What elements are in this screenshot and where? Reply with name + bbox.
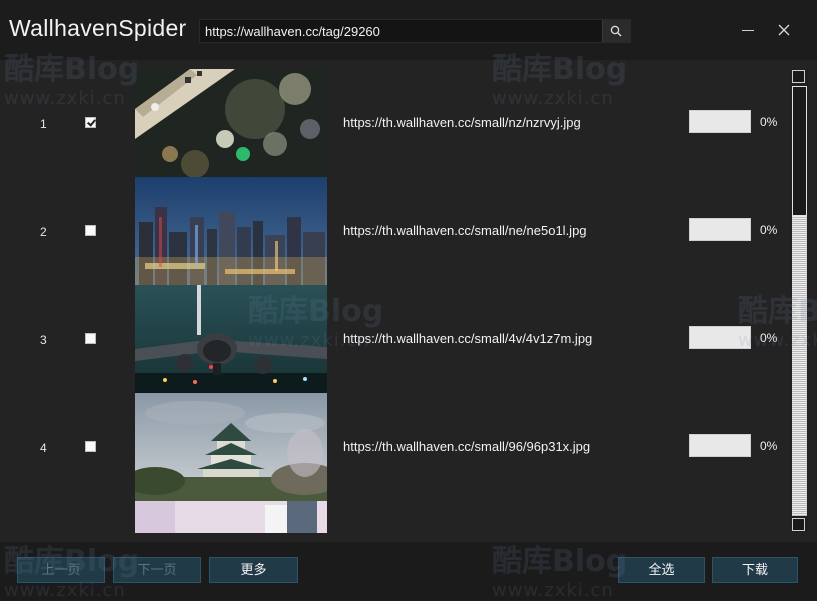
row-url: https://th.wallhaven.cc/small/ne/ne5o1l.… xyxy=(343,223,587,238)
row-index: 2 xyxy=(40,225,47,239)
scroll-thumb[interactable] xyxy=(792,86,807,216)
list-scrollbar[interactable] xyxy=(791,69,808,532)
download-progress-bar xyxy=(689,110,751,133)
row-checkbox[interactable] xyxy=(85,333,96,344)
title-bar: WallhavenSpider xyxy=(0,0,817,60)
progress-percent: 0% xyxy=(760,331,778,345)
close-icon xyxy=(778,24,790,36)
row-checkbox[interactable] xyxy=(85,117,96,128)
app-title: WallhavenSpider xyxy=(9,15,187,41)
wallpaper-thumbnail-partial xyxy=(135,501,327,533)
row-index: 4 xyxy=(40,441,47,455)
list-item: 2 https://th.wallhaven.cc/small/ne/ne5o1… xyxy=(0,177,790,285)
url-input[interactable] xyxy=(200,20,600,42)
download-progress-bar xyxy=(689,434,751,457)
scroll-up-button[interactable] xyxy=(792,70,805,83)
list-item: 3 https://th.wallhaven.cc/small/4v/4v1z7… xyxy=(0,285,790,393)
more-button[interactable]: 更多 xyxy=(209,557,298,583)
close-button[interactable] xyxy=(774,20,794,40)
prev-page-button[interactable]: 上一页 xyxy=(17,557,105,583)
search-icon xyxy=(610,25,622,37)
wallpaper-thumbnail xyxy=(135,69,327,177)
row-url: https://th.wallhaven.cc/small/nz/nzrvyj.… xyxy=(343,115,581,130)
wallpaper-list: 1 https://th.wallhaven.cc/small/nz/nzrvy… xyxy=(0,60,817,542)
progress-percent: 0% xyxy=(760,115,778,129)
download-button[interactable]: 下载 xyxy=(712,557,798,583)
list-item: 1 https://th.wallhaven.cc/small/nz/nzrvy… xyxy=(0,69,790,177)
progress-percent: 0% xyxy=(760,439,778,453)
minimize-button[interactable] xyxy=(738,20,758,40)
progress-percent: 0% xyxy=(760,223,778,237)
download-progress-bar xyxy=(689,326,751,349)
row-url: https://th.wallhaven.cc/small/96/96p31x.… xyxy=(343,439,591,454)
wallpaper-thumbnail xyxy=(135,393,327,501)
row-checkbox[interactable] xyxy=(85,225,96,236)
bottom-toolbar: 上一页 下一页 更多 全选 下载 xyxy=(0,542,817,600)
wallpaper-thumbnail xyxy=(135,177,327,285)
row-index: 3 xyxy=(40,333,47,347)
scroll-down-button[interactable] xyxy=(792,518,805,531)
download-progress-bar xyxy=(689,218,751,241)
row-index: 1 xyxy=(40,117,47,131)
search-button[interactable] xyxy=(602,20,630,42)
row-url: https://th.wallhaven.cc/small/4v/4v1z7m.… xyxy=(343,331,593,346)
row-checkbox[interactable] xyxy=(85,441,96,452)
next-page-button[interactable]: 下一页 xyxy=(113,557,201,583)
wallpaper-thumbnail xyxy=(135,285,327,393)
select-all-button[interactable]: 全选 xyxy=(618,557,705,583)
list-item: 4 https://th.wallhaven.cc/small/96/96p31… xyxy=(0,393,790,501)
url-search-box xyxy=(199,19,631,43)
